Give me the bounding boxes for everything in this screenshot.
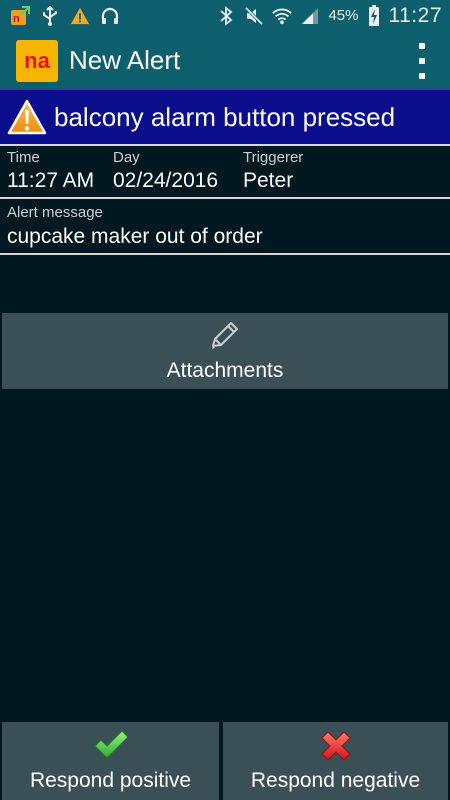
alert-info-row: Time 11:27 AM Day 02/24/2016 Triggerer P… — [0, 146, 450, 199]
alert-title: balcony alarm button pressed — [54, 101, 396, 132]
pencil-icon — [212, 322, 238, 349]
notification-app-icon: n — [10, 5, 30, 26]
message-value: cupcake maker out of order — [7, 225, 263, 248]
triggerer-field: Triggerer Peter — [243, 149, 303, 193]
day-field: Day 02/24/2016 — [113, 149, 218, 193]
triggerer-value: Peter — [243, 169, 294, 192]
battery-percent: 45% — [328, 7, 359, 24]
wifi-icon — [272, 6, 293, 26]
alert-message-row: Alert message cupcake maker out of order — [0, 199, 450, 255]
overflow-menu-icon[interactable] — [416, 42, 428, 79]
triggerer-label: Triggerer — [243, 149, 304, 166]
checkmark-icon — [93, 730, 129, 759]
time-label: Time — [7, 149, 40, 166]
signal-icon — [300, 6, 320, 26]
cross-icon — [320, 731, 351, 761]
alert-header: balcony alarm button pressed — [0, 90, 450, 146]
action-bar: na New Alert — [0, 31, 450, 90]
status-bar: n 45% 11:27 — [0, 0, 450, 31]
respond-positive-button[interactable]: Respond positive — [2, 722, 219, 800]
message-label: Alert message — [7, 204, 103, 221]
respond-negative-button[interactable]: Respond negative — [223, 722, 448, 800]
mute-icon — [244, 6, 264, 26]
bluetooth-icon — [216, 5, 236, 26]
attachments-label: Attachments — [166, 359, 284, 382]
day-value: 02/24/2016 — [113, 169, 219, 192]
page-title: New Alert — [69, 45, 181, 75]
battery-charging-icon — [367, 4, 381, 26]
time-field: Time 11:27 AM — [7, 149, 94, 193]
attachments-button[interactable]: Attachments — [2, 313, 448, 389]
app-logo[interactable]: na — [16, 39, 58, 82]
respond-positive-label: Respond positive — [29, 769, 192, 792]
day-label: Day — [113, 149, 140, 166]
headset-icon — [100, 6, 120, 26]
respond-negative-label: Respond negative — [250, 769, 421, 792]
warning-icon — [70, 6, 90, 26]
status-time: 11:27 — [388, 3, 442, 27]
new-alert-screen: n 45% 11:27 na New Alert balcony alarm b… — [0, 0, 450, 800]
svg-text:n: n — [13, 13, 20, 25]
warning-triangle-icon — [7, 99, 47, 135]
usb-icon — [40, 5, 60, 26]
time-value: 11:27 AM — [7, 169, 95, 192]
